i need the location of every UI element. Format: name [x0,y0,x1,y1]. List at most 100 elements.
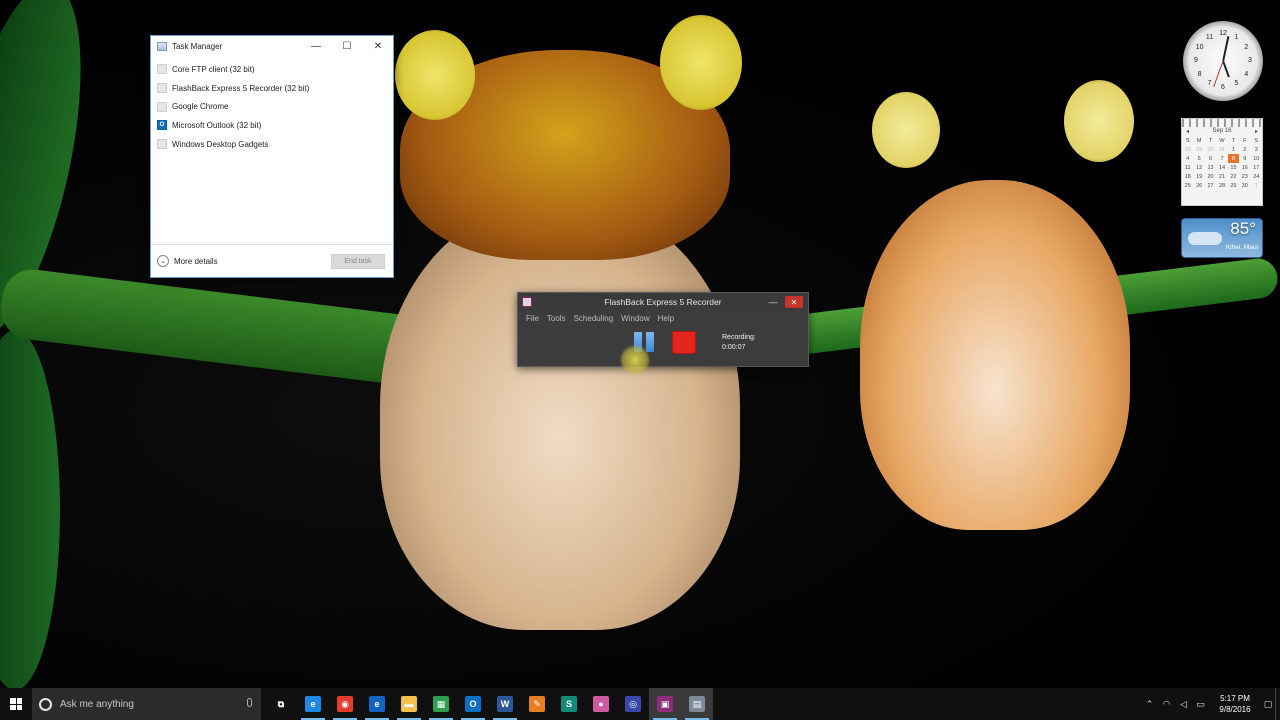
recording-label: Recording: [722,334,756,341]
maximize-button[interactable]: ☐ [332,36,362,57]
calendar-day[interactable]: 20 [1205,172,1216,181]
weather-location: Kihei, Maui [1225,244,1258,251]
calendar-day[interactable]: 28 [1216,181,1227,190]
microphone-icon[interactable] [247,698,252,707]
app-row[interactable]: Windows Desktop Gadgets [151,135,393,154]
word-icon: W [497,696,513,712]
cursor-highlight [620,345,650,375]
calendar-day[interactable]: 19 [1193,172,1204,181]
calendar-day[interactable]: 27 [1205,181,1216,190]
app-icon [157,101,167,112]
close-button[interactable]: ✕ [363,36,393,57]
calendar-day[interactable]: 7 [1216,154,1227,163]
calendar-day[interactable]: 29 [1193,145,1204,154]
calendar-day[interactable]: 15 [1228,163,1239,172]
calendar-day[interactable]: 11 [1182,163,1193,172]
paint-app-icon: ✎ [529,696,545,712]
taskbar-file-explorer-button[interactable]: ▬ [393,688,425,720]
wifi-icon[interactable]: ◠ [1158,688,1175,720]
menu-window[interactable]: Window [621,314,649,323]
task-view-icon: ⧉ [273,696,289,712]
app-name: Core FTP client (32 bit) [172,64,255,74]
app-row[interactable]: Core FTP client (32 bit) [151,60,393,79]
app-row[interactable]: FlashBack Express 5 Recorder (32 bit) [151,79,393,98]
taskbar-task-manager-app-button[interactable]: ▤ [681,688,713,720]
start-button[interactable] [0,688,32,720]
volume-icon[interactable]: ◁ [1175,688,1192,720]
calendar-day[interactable]: 31 [1216,145,1227,154]
end-task-button[interactable]: End task [331,254,385,269]
calendar-day[interactable]: 9 [1239,154,1250,163]
calendar-day[interactable]: 12 [1193,163,1204,172]
taskbar-clock[interactable]: 5:17 PM 9/8/2016 [1209,693,1261,715]
calendar-day[interactable]: 29 [1228,181,1239,190]
weekday-label: W [1219,137,1225,144]
calendar-day[interactable]: 8 [1227,154,1240,163]
stop-button[interactable] [672,331,696,354]
taskbar-edge-button[interactable]: e [361,688,393,720]
taskbar-word-button[interactable]: W [489,688,521,720]
calendar-day[interactable]: 16 [1239,163,1250,172]
close-button[interactable]: ✕ [785,296,803,308]
calendar-day[interactable]: 18 [1182,172,1193,181]
taskbar-task-view-button[interactable]: ⧉ [265,688,297,720]
taskbar-flashback-app-button[interactable]: ▣ [649,688,681,720]
calendar-day[interactable]: 25 [1182,181,1193,190]
flashback-app-icon: ▣ [657,696,673,712]
calendar-day[interactable]: 23 [1239,172,1250,181]
action-center-icon[interactable]: ▭ [1192,688,1209,720]
calendar-day[interactable]: 10 [1251,154,1262,163]
calendar-day[interactable]: 2 [1239,145,1250,154]
menu-tools[interactable]: Tools [547,314,566,323]
calendar-day[interactable]: 4 [1182,154,1193,163]
search-placeholder: Ask me anything [60,698,134,710]
calendar-day[interactable]: 14 [1216,163,1227,172]
chevron-down-icon[interactable]: ⌄ [157,255,169,267]
task-manager-titlebar[interactable]: Task Manager — ☐ ✕ [151,36,393,57]
taskbar-outlook-button[interactable]: O [457,688,489,720]
prev-month-icon[interactable]: ◂ [1186,128,1189,135]
next-month-icon[interactable]: ▸ [1255,128,1258,135]
window-title: FlashBack Express 5 Recorder [604,297,722,307]
menu-file[interactable]: File [526,314,539,323]
more-details-link[interactable]: More details [174,257,218,266]
calendar-day[interactable]: 5 [1193,154,1204,163]
calendar-day[interactable]: 1 [1251,181,1262,190]
taskbar-internet-explorer-button[interactable]: e [297,688,329,720]
calendar-day[interactable]: 6 [1205,154,1216,163]
menu-scheduling[interactable]: Scheduling [574,314,614,323]
excel-like-app-icon: ▦ [433,696,449,712]
menu-help[interactable]: Help [658,314,674,323]
app-name: Microsoft Outlook (32 bit) [172,120,262,130]
calendar-gadget[interactable]: ◂ Sep 16 ▸ S M T W T F S 28 29 30 31 1 2 3 4 5 6 7 8 9 10 11 1… [1181,118,1263,206]
taskbar-sway-app-button[interactable]: S [553,688,585,720]
calendar-day[interactable]: 17 [1251,163,1262,172]
chevron-up-icon[interactable]: ⌃ [1141,688,1158,720]
app-row[interactable]: O Microsoft Outlook (32 bit) [151,116,393,135]
taskbar-paint-app-button[interactable]: ✎ [521,688,553,720]
weather-gadget[interactable]: 85° Kihei, Maui [1181,218,1263,258]
taskbar-firefox-like-app-button[interactable]: ◎ [617,688,649,720]
calendar-day[interactable]: 1 [1228,145,1239,154]
taskbar-color-picker-app-button[interactable]: ● [585,688,617,720]
calendar-day[interactable]: 21 [1216,172,1227,181]
recorder-titlebar[interactable]: FlashBack Express 5 Recorder — ✕ [518,293,808,311]
hour-hand [1221,60,1230,78]
show-desktop-button[interactable] [1275,688,1280,720]
taskbar-excel-like-app-button[interactable]: ▦ [425,688,457,720]
minimize-button[interactable]: — [301,36,331,57]
clock-gadget[interactable]: 12 1 2 3 4 5 6 7 8 9 10 11 [1183,21,1263,101]
minimize-button[interactable]: — [766,295,780,309]
taskbar-chrome-button[interactable]: ◉ [329,688,361,720]
calendar-day[interactable]: 26 [1193,181,1204,190]
calendar-day[interactable]: 30 [1239,181,1250,190]
calendar-day[interactable]: 30 [1205,145,1216,154]
calendar-day[interactable]: 13 [1205,163,1216,172]
search-box[interactable]: Ask me anything [32,688,261,720]
calendar-day[interactable]: 24 [1251,172,1262,181]
calendar-day[interactable]: 3 [1251,145,1262,154]
calendar-day[interactable]: 28 [1182,145,1193,154]
notification-icon[interactable]: ▢ [1261,688,1275,720]
app-row[interactable]: Google Chrome [151,97,393,116]
calendar-day[interactable]: 22 [1228,172,1239,181]
